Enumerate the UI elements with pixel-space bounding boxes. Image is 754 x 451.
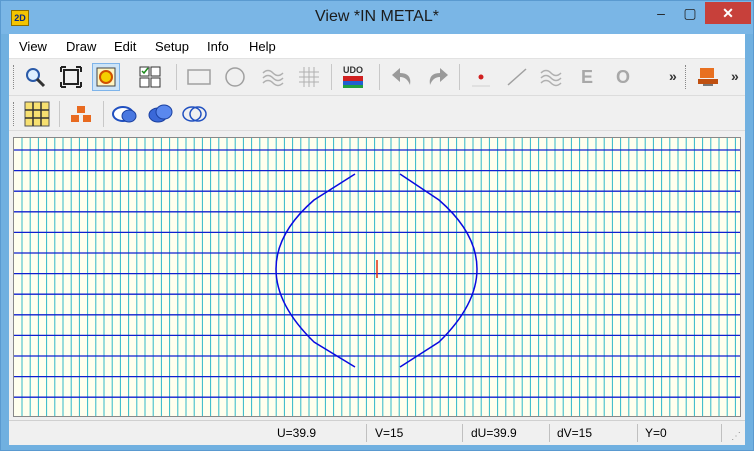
close-button[interactable]: ✕: [705, 2, 751, 24]
grid-select-icon[interactable]: [23, 100, 51, 128]
wave-icon[interactable]: [259, 63, 287, 91]
status-separator: [549, 424, 550, 442]
menu-help[interactable]: Help: [249, 39, 276, 54]
maximize-button[interactable]: ▢: [675, 2, 705, 24]
minimize-button[interactable]: –: [646, 2, 676, 24]
rectangle-icon[interactable]: [185, 63, 213, 91]
status-u: U=39.9: [277, 426, 317, 440]
menu-setup[interactable]: Setup: [155, 39, 189, 54]
toolbar-separator: [59, 101, 60, 127]
status-separator: [721, 424, 722, 442]
status-separator: [366, 424, 367, 442]
stack-blocks-icon[interactable]: [67, 100, 95, 128]
status-separator: [637, 424, 638, 442]
udo-book-icon[interactable]: UDO: [339, 63, 367, 91]
status-du: dU=39.9: [471, 426, 517, 440]
toolbar-grip[interactable]: [13, 102, 17, 126]
circle-icon[interactable]: [221, 63, 249, 91]
hatch-grid-icon[interactable]: [295, 63, 323, 91]
secondary-toolbar: [9, 96, 745, 131]
window-title: View *IN METAL*: [315, 8, 439, 25]
o-letter-icon[interactable]: O: [609, 63, 637, 91]
menu-view[interactable]: View: [19, 39, 47, 54]
title-bar[interactable]: 2D View *IN METAL* – ▢ ✕: [1, 1, 753, 34]
layers-grid-icon[interactable]: [136, 63, 164, 91]
magnifier-icon[interactable]: [21, 63, 49, 91]
toolbar-separator: [379, 64, 380, 90]
resize-grip-icon[interactable]: ⋰: [731, 431, 743, 443]
toolbar-overflow-chevron[interactable]: »: [731, 68, 739, 84]
client-area: View Draw Edit Setup Info Help UDO E O »…: [9, 34, 745, 445]
drawing-grid[interactable]: [14, 138, 740, 416]
toolbar-overflow-chevron[interactable]: »: [669, 68, 677, 84]
status-dv: dV=15: [557, 426, 593, 440]
wave-icon[interactable]: [537, 63, 565, 91]
shape-three-icon[interactable]: [181, 100, 209, 128]
status-separator: [462, 424, 463, 442]
toolbar-separator: [331, 64, 332, 90]
fit-extents-icon[interactable]: [57, 63, 85, 91]
e-letter-icon[interactable]: E: [573, 63, 601, 91]
view-target-icon[interactable]: [92, 63, 120, 91]
status-y: Y=0: [645, 426, 667, 440]
menu-draw[interactable]: Draw: [66, 39, 96, 54]
shape-two-icon[interactable]: [147, 100, 175, 128]
menu-bar: View Draw Edit Setup Info Help: [9, 34, 745, 59]
menu-edit[interactable]: Edit: [114, 39, 136, 54]
user-computer-icon[interactable]: [695, 63, 723, 91]
point-icon[interactable]: [467, 63, 495, 91]
toolbar-separator: [103, 101, 104, 127]
status-v: V=15: [375, 426, 404, 440]
toolbar-grip[interactable]: [13, 65, 17, 89]
status-bar: U=39.9 V=15 dU=39.9 dV=15 Y=0 ⋰: [9, 420, 745, 445]
menu-info[interactable]: Info: [207, 39, 229, 54]
udo-text: UDO: [343, 65, 363, 75]
app-window: 2D View *IN METAL* – ▢ ✕ View Draw Edit …: [0, 0, 754, 451]
toolbar-separator: [459, 64, 460, 90]
toolbar-grip[interactable]: [685, 65, 689, 89]
shape-one-icon[interactable]: [111, 100, 139, 128]
undo-icon[interactable]: [389, 63, 417, 91]
main-toolbar: UDO E O » »: [9, 59, 745, 96]
line-icon[interactable]: [503, 63, 531, 91]
redo-icon[interactable]: [423, 63, 451, 91]
toolbar-separator: [176, 64, 177, 90]
drawing-canvas[interactable]: [13, 137, 741, 417]
